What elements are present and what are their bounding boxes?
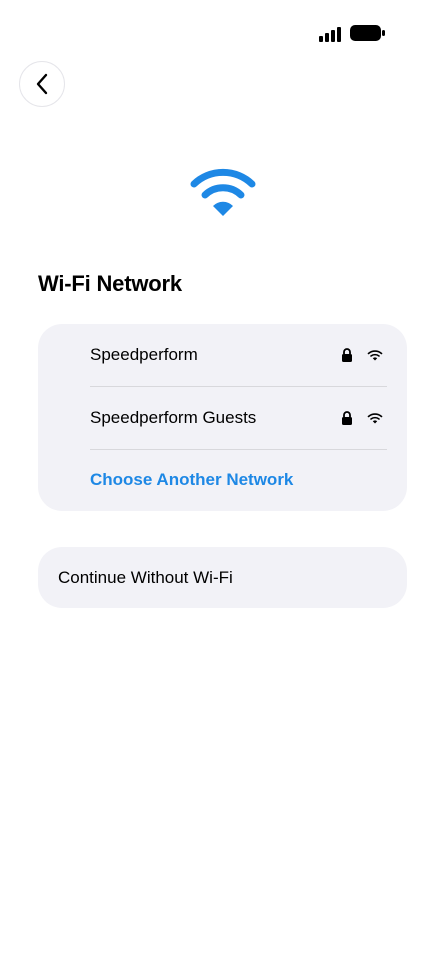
choose-another-network-label: Choose Another Network [90,470,294,489]
wifi-icon [190,168,256,216]
wifi-signal-icon [367,350,383,361]
cellular-signal-icon [319,27,341,42]
network-name: Speedperform Guests [90,408,257,427]
network-name: Speedperform [90,345,198,364]
lock-icon [342,411,352,425]
page-title: Wi-Fi Network [38,271,182,296]
chevron-left-icon [36,73,48,95]
wifi-signal-icon [367,413,383,424]
continue-without-wifi-button[interactable]: Continue Without Wi-Fi [38,547,407,608]
lock-icon [342,348,352,362]
network-row-speedperform-guests[interactable]: Speedperform Guests [90,387,387,449]
back-button[interactable] [19,61,65,107]
choose-another-network-button[interactable]: Choose Another Network [90,450,387,510]
network-list: Speedperform Speedperform Guests Choose … [38,324,407,511]
battery-icon [350,25,385,41]
continue-without-wifi-label: Continue Without Wi-Fi [58,567,233,587]
network-row-speedperform[interactable]: Speedperform [90,324,387,386]
status-bar [0,0,445,60]
